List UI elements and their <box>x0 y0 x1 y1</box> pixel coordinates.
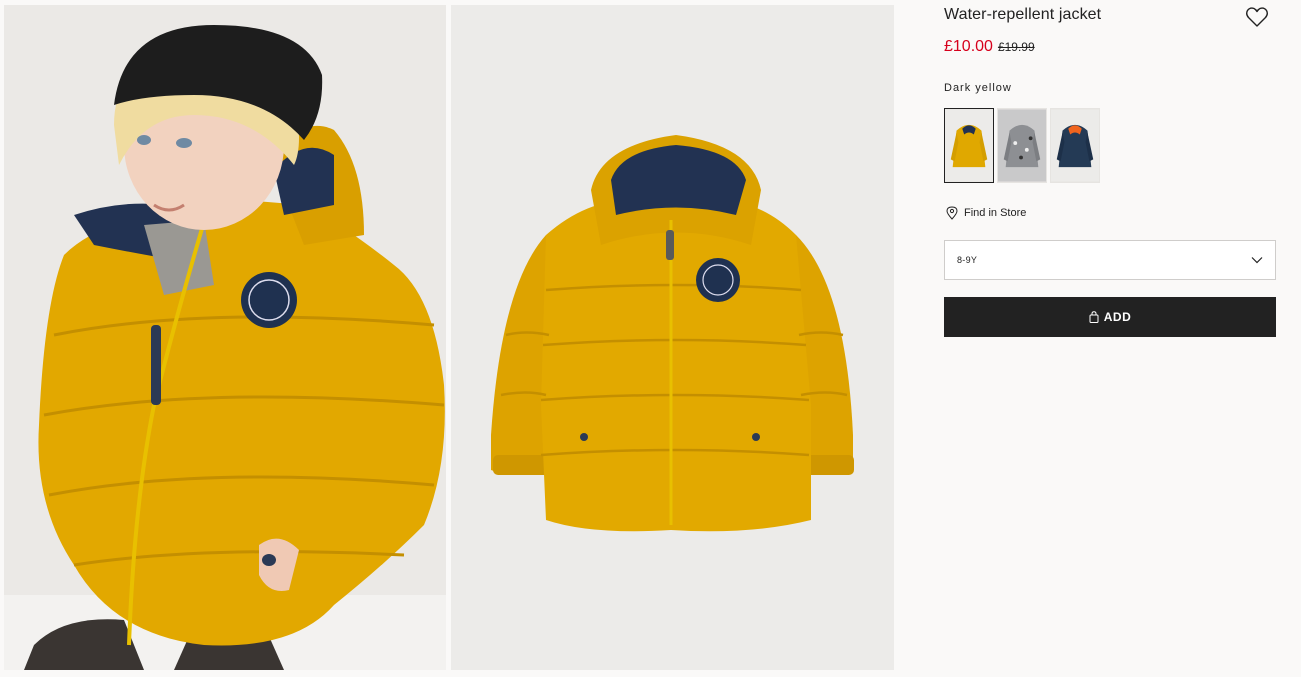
model-photo <box>4 5 446 670</box>
swatch-navy-blue[interactable] <box>1050 108 1100 183</box>
find-in-store-label: Find in Store <box>964 207 1027 219</box>
product-title: Water-repellent jacket <box>944 6 1102 23</box>
color-swatches <box>944 108 1100 183</box>
price-original: £19.99 <box>997 40 1035 54</box>
heart-icon <box>1246 7 1268 27</box>
size-selected-value: 8-9Y <box>957 255 978 265</box>
shopping-bag-icon <box>1089 311 1099 323</box>
find-in-store-link[interactable]: Find in Store <box>946 206 1026 220</box>
jacket-thumbnail-yellow <box>945 109 993 182</box>
swatch-dark-yellow[interactable] <box>944 108 994 183</box>
selected-color-label: Dark yellow <box>944 82 1012 94</box>
favourite-button[interactable] <box>1245 6 1269 28</box>
product-image-flat[interactable] <box>451 5 894 670</box>
jacket-thumbnail-grey <box>998 109 1046 182</box>
swatch-grey-pattern[interactable] <box>997 108 1047 183</box>
chevron-down-icon <box>1251 257 1263 264</box>
jacket-thumbnail-navy <box>1051 109 1099 182</box>
size-dropdown[interactable]: 8-9Y <box>944 240 1276 280</box>
product-page: Water-repellent jacket £10.00 £19.99 Dar… <box>0 0 1301 677</box>
price-current: £10.00 <box>944 38 993 55</box>
product-image-model[interactable] <box>4 5 446 670</box>
jacket-photo <box>451 5 894 670</box>
price-row: £10.00 £19.99 <box>944 38 1035 56</box>
add-to-bag-label: ADD <box>1103 310 1132 324</box>
add-to-bag-button[interactable]: ADD <box>944 297 1276 337</box>
location-pin-icon <box>946 206 958 220</box>
